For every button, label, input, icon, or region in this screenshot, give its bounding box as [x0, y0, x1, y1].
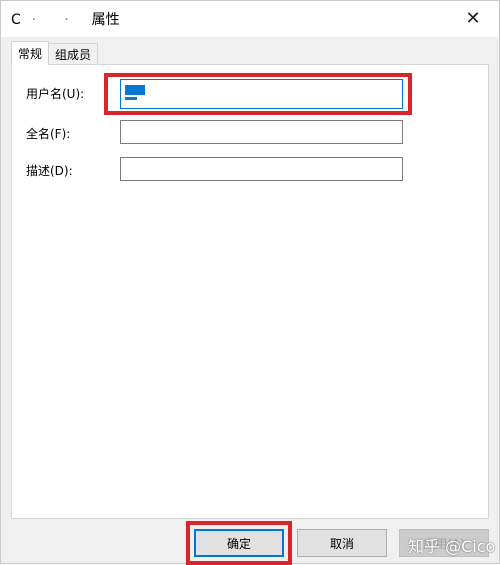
title-bar[interactable]: C · · 属性 ✕ [1, 1, 499, 37]
tab-member-of[interactable]: 组成员 [48, 43, 99, 65]
description-label: 描述(D): [26, 164, 73, 178]
general-panel: 用户名(U): 全名(F): 描述(D): [11, 64, 489, 519]
tab-strip: 常规 组成员 [11, 41, 99, 65]
cancel-button[interactable]: 取消 [297, 529, 387, 557]
username-field[interactable] [120, 79, 403, 109]
window-title: C · · 属性 [11, 9, 120, 29]
window-title-prefix: C [11, 12, 21, 28]
selected-text-highlight-2 [125, 97, 137, 100]
window-title-suffix: 属性 [91, 12, 120, 28]
close-icon[interactable]: ✕ [459, 5, 487, 31]
window-title-blurred: · · [20, 12, 92, 28]
fullname-input[interactable] [120, 120, 403, 144]
ok-button[interactable]: 确定 [194, 529, 284, 557]
description-input[interactable] [120, 157, 403, 181]
apply-button: 应用(A) [399, 529, 489, 557]
tab-general[interactable]: 常规 [11, 41, 50, 65]
fullname-label: 全名(F): [26, 127, 71, 141]
username-label: 用户名(U): [26, 87, 85, 101]
username-input[interactable] [120, 79, 403, 109]
properties-dialog: C · · 属性 ✕ 常规 组成员 用户名(U): 全名(F): 描述(D): … [0, 0, 500, 565]
selected-text-highlight [125, 85, 145, 95]
